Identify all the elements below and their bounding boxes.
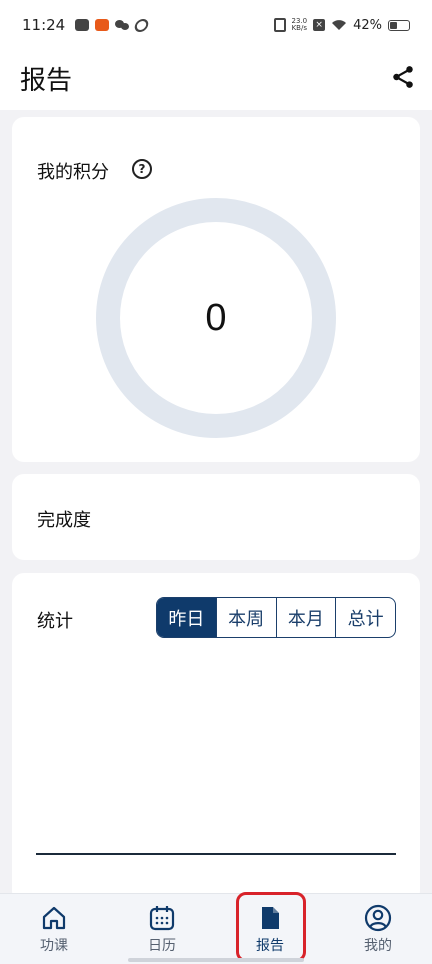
user-icon [364, 904, 392, 932]
nav-item-profile[interactable]: 我的 [333, 894, 423, 964]
network-speed: 23.0 KB/s [292, 18, 308, 32]
stats-axis-line [36, 853, 396, 855]
app-notification-icon [95, 19, 110, 31]
bottom-nav: 功课 日历 报告 我的 [0, 893, 432, 964]
stats-card: 统计 昨日 本周 本月 总计 [12, 573, 420, 903]
completion-title: 完成度 [37, 510, 91, 531]
share-icon[interactable] [390, 64, 416, 90]
help-icon[interactable]: ? [132, 159, 152, 179]
mail-icon [75, 19, 90, 31]
calendar-icon [149, 906, 175, 931]
home-icon [42, 906, 66, 930]
home-indicator [128, 958, 304, 962]
tab-this-week[interactable]: 本周 [215, 598, 276, 637]
nav-label-profile: 我的 [364, 938, 392, 954]
score-title: 我的积分 [37, 162, 109, 183]
tab-yesterday[interactable]: 昨日 [157, 598, 216, 637]
sim-off-icon: × [313, 19, 326, 31]
nav-item-lessons[interactable]: 功课 [9, 894, 99, 964]
stats-title: 统计 [37, 611, 73, 632]
battery-icon [388, 19, 410, 31]
score-value: 0 [205, 296, 227, 339]
battery-fill [390, 21, 397, 29]
status-time: 11:24 [22, 16, 66, 34]
status-left: 11:24 [22, 16, 150, 34]
vibrate-icon [273, 18, 286, 32]
page-title: 报告 [20, 66, 73, 96]
tab-this-month[interactable]: 本月 [275, 598, 336, 637]
nav-item-calendar[interactable]: 日历 [117, 894, 207, 964]
score-card: 我的积分 ? 0 [12, 117, 420, 462]
status-bar: 11:24 23.0 KB/s × 42% [0, 0, 432, 50]
link-icon [133, 18, 150, 32]
wifi-icon [332, 20, 347, 30]
stats-period-tabs: 昨日 本周 本月 总计 [156, 597, 396, 638]
status-right: 23.0 KB/s × 42% [273, 17, 410, 33]
battery-percent: 42% [353, 17, 382, 33]
network-speed-unit: KB/s [291, 24, 307, 32]
active-tab-highlight [236, 892, 306, 962]
wechat-icon [115, 19, 130, 31]
completion-card: 完成度 [12, 474, 420, 560]
app-header: 报告 [0, 50, 432, 110]
tab-total[interactable]: 总计 [335, 598, 395, 637]
nav-label-lessons: 功课 [40, 938, 68, 954]
nav-label-calendar: 日历 [148, 938, 176, 954]
